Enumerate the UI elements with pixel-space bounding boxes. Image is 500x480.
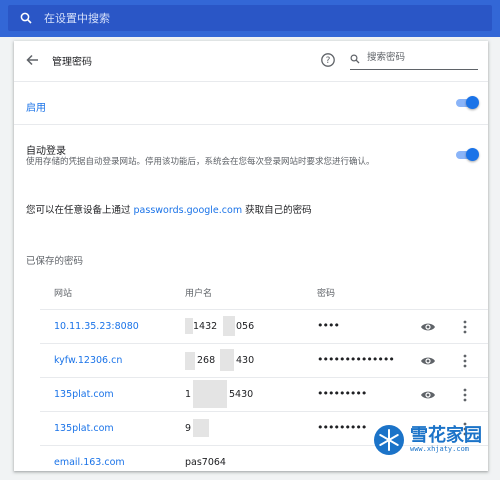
site-link[interactable]: 135plat.com	[54, 389, 114, 400]
manage-suffix: 获取自己的密码	[242, 205, 312, 216]
search-icon	[20, 12, 32, 24]
column-header-password: 密码	[317, 289, 336, 299]
watermark-url: www.xhjaty.com	[410, 445, 470, 453]
username-value-end: 056	[236, 321, 255, 332]
username-value: 1432	[193, 321, 218, 332]
svg-text:?: ?	[326, 56, 331, 66]
password-value: •••••••••	[317, 421, 367, 434]
top-bar	[0, 0, 500, 37]
site-watermark-logo: 雪花家园 www.xhjaty.com	[372, 420, 494, 460]
passwords-google-link[interactable]: passwords.google.com	[134, 205, 243, 216]
username-value: 9	[185, 423, 192, 434]
column-header-site: 网站	[54, 289, 73, 299]
more-actions-icon[interactable]	[460, 387, 470, 403]
watermark-text: 雪花家园	[410, 425, 482, 446]
back-arrow-icon[interactable]	[25, 52, 41, 68]
password-search-field[interactable]	[350, 49, 479, 70]
password-value: ••••••••••••••	[317, 353, 395, 366]
saved-passwords-heading: 已保存的密码	[26, 256, 84, 267]
username-value: 268	[197, 355, 216, 366]
column-header-username: 用户名	[185, 289, 213, 299]
settings-search-input[interactable]	[42, 10, 446, 26]
password-search-input[interactable]	[365, 51, 479, 64]
search-icon	[350, 54, 360, 64]
enable-row: 启用	[14, 82, 488, 125]
more-actions-icon[interactable]	[460, 353, 470, 369]
site-link[interactable]: 10.11.35.23:8080	[54, 321, 139, 332]
password-value: ••••	[317, 319, 340, 332]
site-link[interactable]: 135plat.com	[54, 423, 114, 434]
site-link[interactable]: kyfw.12306.cn	[54, 355, 122, 366]
password-row: kyfw.12306.cn 268 430 ••••••••••••••	[40, 343, 488, 378]
snowflake-logo-icon	[374, 425, 404, 455]
password-value: •••••••••	[317, 387, 367, 400]
page-title: 管理密码	[52, 57, 92, 68]
help-icon[interactable]: ?	[320, 52, 336, 68]
enable-toggle[interactable]	[456, 96, 479, 110]
show-password-eye-icon[interactable]	[420, 388, 436, 402]
passwords-card: 管理密码 ? 启用 自动登录 使用存储的凭据自动登录网站。停用该功能后，系统会在…	[14, 41, 488, 471]
show-password-eye-icon[interactable]	[420, 320, 436, 334]
password-row: 10.11.35.23:8080 1432 056 ••••	[40, 309, 488, 344]
username-value-end: 5430	[229, 389, 254, 400]
enable-label: 启用	[26, 103, 46, 114]
show-password-eye-icon[interactable]	[420, 354, 436, 368]
page-header: 管理密码 ?	[14, 41, 488, 82]
autologin-toggle[interactable]	[456, 148, 479, 162]
manage-prefix: 您可以在任意设备上通过	[26, 205, 134, 216]
password-row: 135plat.com 1 5430 •••••••••	[40, 377, 488, 412]
more-actions-icon[interactable]	[460, 319, 470, 335]
autologin-description: 使用存储的凭据自动登录网站。停用该功能后，系统会在您每次登录网站时要求您进行确认…	[26, 157, 375, 167]
username-value-end: 430	[236, 355, 255, 366]
manage-passwords-text: 您可以在任意设备上通过 passwords.google.com 获取自己的密码	[26, 202, 312, 216]
settings-search-box[interactable]	[8, 5, 492, 31]
username-value: 1	[185, 389, 192, 400]
